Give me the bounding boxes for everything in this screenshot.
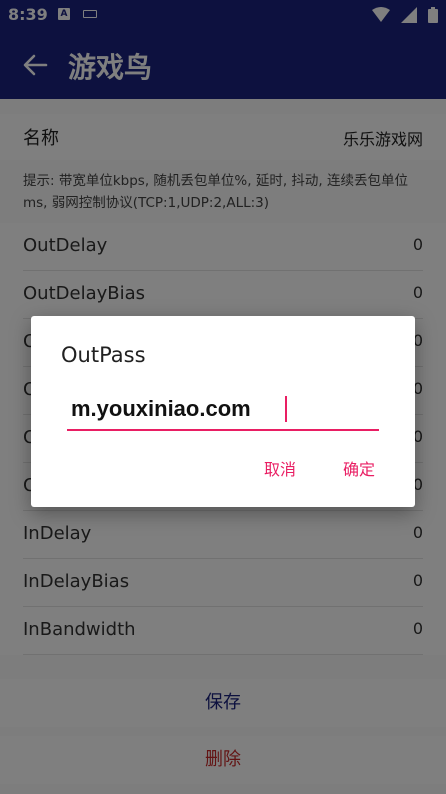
text-cursor bbox=[285, 396, 287, 422]
cancel-button[interactable]: 取消 bbox=[264, 456, 296, 480]
edit-dialog: OutPass 取消 确定 bbox=[31, 316, 415, 507]
dialog-text-input[interactable] bbox=[67, 391, 379, 427]
dialog-title: OutPass bbox=[61, 343, 146, 367]
dialog-input-field[interactable] bbox=[67, 391, 379, 431]
ok-button[interactable]: 确定 bbox=[343, 456, 375, 480]
